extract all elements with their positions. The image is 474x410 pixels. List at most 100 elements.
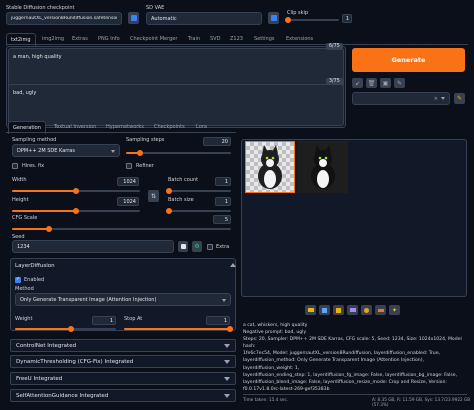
image-icon xyxy=(349,308,356,312)
weight-label: Weight xyxy=(15,316,33,322)
random-seed-button[interactable] xyxy=(178,241,188,252)
generate-button[interactable]: Generate xyxy=(352,48,465,72)
extra-seed-toggle[interactable]: Extra xyxy=(207,244,229,250)
read-params-button[interactable]: ↙ xyxy=(352,78,363,88)
stop-at-slider[interactable] xyxy=(124,326,233,332)
layerdiffusion-title[interactable]: LayerDiffusion xyxy=(15,263,55,269)
extra-seed-label: Extra xyxy=(216,244,230,250)
tabs-divider xyxy=(6,44,468,45)
accordion-label: FreeU Integrated xyxy=(16,376,63,382)
sampling-steps-input[interactable]: 20 xyxy=(203,137,231,146)
send-to-inpaint-button[interactable] xyxy=(361,305,372,315)
extra-seed-checkbox[interactable] xyxy=(207,244,213,250)
stop-at-thumb[interactable] xyxy=(227,326,233,332)
weight-slider[interactable] xyxy=(15,326,116,332)
stop-at-label: Stop At xyxy=(124,316,143,322)
send-to-extras-button[interactable] xyxy=(375,305,386,315)
gallery-thumbnail-black[interactable] xyxy=(298,141,348,193)
seed-value: 1234 xyxy=(17,243,30,250)
cfg-scale-thumb[interactable] xyxy=(46,226,53,232)
width-label: Width xyxy=(12,177,27,183)
positive-prompt-input[interactable]: a man, high quality xyxy=(8,48,344,88)
refresh-vae-button[interactable] xyxy=(268,12,279,24)
styles-select[interactable]: × xyxy=(352,92,450,105)
checkpoint-select[interactable]: juggernautXL_version8Rundiffusion.safete… xyxy=(6,12,122,25)
stop-at-input[interactable]: 1 xyxy=(206,316,230,325)
hires-fix-checkbox[interactable] xyxy=(12,163,18,169)
cfg-scale-label: CFG Scale xyxy=(12,215,38,221)
layerdiffusion-enabled-checkbox[interactable]: ✓ xyxy=(15,276,21,283)
zip-button[interactable] xyxy=(333,305,344,315)
accordion-label: SelfAttentionGuidance Integrated xyxy=(16,393,109,399)
batch-count-input[interactable]: 1 xyxy=(215,177,231,186)
height-thumb[interactable] xyxy=(73,208,79,214)
trash-button[interactable]: 🗑 xyxy=(366,78,377,88)
refiner-toggle[interactable]: Refiner xyxy=(126,163,154,169)
open-folder-button[interactable] xyxy=(305,305,316,315)
extra-networks-button[interactable]: ▣ xyxy=(380,78,391,88)
swap-dimensions-button[interactable]: ⇅ xyxy=(148,190,159,202)
height-fill xyxy=(12,210,76,212)
clip-skip-input[interactable]: 1 xyxy=(342,14,352,23)
negative-prompt-input[interactable]: bad, ugly xyxy=(8,84,344,126)
chevron-down-icon xyxy=(224,344,230,348)
batch-count-slider[interactable] xyxy=(166,188,231,194)
cat-image xyxy=(258,145,282,189)
checkpoint-label: Stable Diffusion checkpoint xyxy=(6,5,75,11)
save-icon xyxy=(322,307,327,313)
info-line: 1fe6c7ec54, Model: juggernautXL_version8… xyxy=(243,351,441,357)
sparkle-icon: ✦ xyxy=(391,306,398,314)
send-to-img2img-button[interactable] xyxy=(347,305,358,315)
hires-fix-toggle[interactable]: Hires. fix xyxy=(12,163,44,169)
accordion-freeu[interactable]: FreeU Integrated xyxy=(10,372,236,385)
seed-input[interactable]: 1234 xyxy=(12,240,174,253)
reuse-seed-button[interactable]: ♻ xyxy=(192,241,202,252)
style-button[interactable]: ✎ xyxy=(394,78,405,88)
collapse-icon[interactable] xyxy=(230,263,236,267)
vram-usage: A: 8.35 GB, R: 11.59 GB, Sys: 13.7/23.99… xyxy=(372,397,471,407)
weight-input[interactable]: 1 xyxy=(92,316,116,325)
gallery-thumbnail-transparent[interactable] xyxy=(245,141,295,193)
save-button[interactable] xyxy=(319,305,330,315)
subtabs-divider xyxy=(6,132,236,133)
chevron-down-icon xyxy=(224,360,230,364)
brush-icon: ✎ xyxy=(396,79,403,87)
chevron-down-icon xyxy=(111,150,115,153)
sampling-method-select[interactable]: DPM++ 2M SDE Karras xyxy=(12,144,120,157)
vae-select[interactable]: Automatic xyxy=(146,12,262,25)
accordion-controlnet[interactable]: ControlNet Integrated xyxy=(10,339,236,352)
cfg-scale-slider[interactable] xyxy=(12,226,231,232)
weight-thumb[interactable] xyxy=(67,326,74,332)
cfg-scale-input[interactable]: 5 xyxy=(213,215,231,224)
hires-fix-label: Hires. fix xyxy=(22,163,45,169)
height-input[interactable]: 1024 xyxy=(117,197,139,206)
upscale-button[interactable]: ✦ xyxy=(389,305,400,315)
width-input[interactable]: 1024 xyxy=(117,177,139,186)
generation-info: a cat, whiskers, high quality Negative p… xyxy=(243,322,467,393)
clip-skip-slider[interactable] xyxy=(285,17,339,23)
height-slider[interactable] xyxy=(12,208,140,214)
accordion-dynamic-thresholding[interactable]: DynamicThresholding (CFG-Fix) Integrated xyxy=(10,355,236,368)
batch-count-thumb[interactable] xyxy=(166,188,172,194)
batch-count-label: Batch count xyxy=(168,177,199,183)
sampling-steps-thumb[interactable] xyxy=(136,150,143,156)
sampling-method-value: DPM++ 2M SDE Karras xyxy=(17,147,75,154)
accordion-label: DynamicThresholding (CFG-Fix) Integrated xyxy=(16,359,134,365)
positive-prompt-text: a man, high quality xyxy=(13,54,62,60)
accordion-self-attention-guidance[interactable]: SelfAttentionGuidance Integrated xyxy=(10,389,236,402)
refresh-checkpoint-button[interactable] xyxy=(128,12,139,24)
edit-styles-button[interactable]: ✎ xyxy=(454,93,465,104)
width-slider[interactable] xyxy=(12,188,140,194)
refiner-checkbox[interactable] xyxy=(126,163,132,169)
weight-fill xyxy=(15,328,71,330)
batch-size-input[interactable]: 1 xyxy=(215,197,231,206)
layerdiffusion-enabled-toggle[interactable]: ✓ Enabled xyxy=(15,276,44,283)
clip-skip-thumb[interactable] xyxy=(285,17,291,23)
batch-size-slider[interactable] xyxy=(166,208,231,214)
height-label: Height xyxy=(12,197,29,203)
batch-size-thumb[interactable] xyxy=(166,208,172,214)
sampling-steps-slider[interactable] xyxy=(126,150,231,156)
method-select[interactable]: Only Generate Transparent Image (Attenti… xyxy=(15,293,231,306)
width-thumb[interactable] xyxy=(73,188,79,194)
clear-icon: × xyxy=(433,95,438,102)
